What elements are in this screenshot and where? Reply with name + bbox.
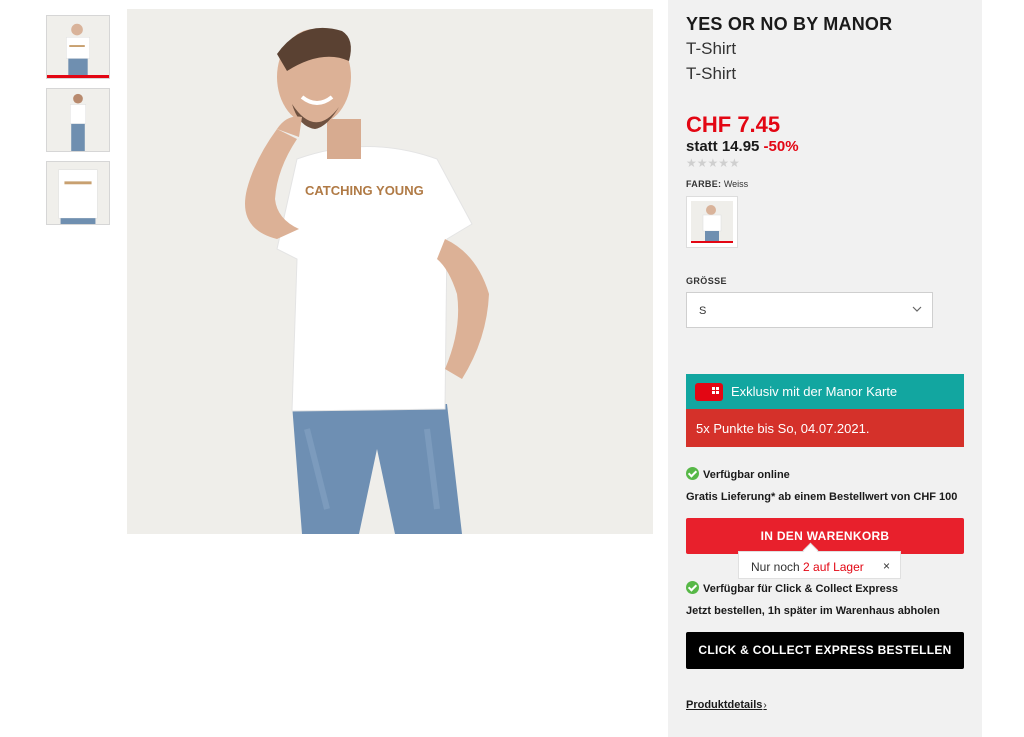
- discount-badge: -50%: [763, 138, 799, 155]
- product-name: T-Shirt: [686, 39, 737, 58]
- stock-count: 2 auf Lager: [803, 560, 864, 574]
- shipping-note: Gratis Lieferung* ab einem Bestellwert v…: [686, 491, 958, 503]
- manor-card-icon: [695, 383, 723, 401]
- close-icon[interactable]: ×: [883, 559, 890, 573]
- swatch-selected-indicator: [691, 241, 733, 243]
- product-subtitle: T-Shirt: [686, 64, 737, 83]
- stock-text: Nur noch 2 auf Lager: [751, 560, 864, 574]
- product-details-label: Produktdetails: [686, 699, 763, 711]
- product-details-link[interactable]: Produktdetails›: [686, 699, 767, 711]
- size-label: GRÖSSE: [686, 276, 727, 286]
- shirt-print-text: CATCHING YOUNG: [305, 183, 424, 198]
- points-text: 5x Punkte bis So, 04.07.2021.: [696, 421, 870, 436]
- rating-stars[interactable]: ★★★★★: [686, 156, 740, 170]
- points-banner: 5x Punkte bis So, 04.07.2021.: [686, 409, 964, 447]
- thumbnail-1[interactable]: [46, 15, 110, 79]
- thumbnail-image-1: [47, 16, 109, 78]
- thumbnail-image-3: [47, 162, 109, 224]
- click-collect-text: Verfügbar für Click & Collect Express: [703, 583, 899, 595]
- click-collect-button[interactable]: CLICK & COLLECT EXPRESS BESTELLEN: [686, 632, 964, 669]
- brand-name: YES OR NO BY MANOR: [686, 14, 893, 34]
- swatch-image: [691, 201, 733, 241]
- chevron-down-icon: [912, 306, 922, 312]
- size-select-value: S: [699, 305, 707, 317]
- color-swatch-weiss[interactable]: [686, 196, 738, 248]
- size-select[interactable]: S: [686, 292, 933, 328]
- old-price-label: statt 14.95: [686, 138, 760, 155]
- main-product-image[interactable]: CATCHING YOUNG: [127, 9, 653, 534]
- availability-online: Verfügbar online: [686, 467, 790, 481]
- color-label: FARBE: Weiss: [686, 179, 748, 189]
- color-value: Weiss: [723, 179, 749, 189]
- manor-card-banner[interactable]: Exklusiv mit der Manor Karte: [686, 374, 964, 409]
- availability-online-text: Verfügbar online: [703, 469, 790, 481]
- color-label-title: FARBE:: [686, 179, 722, 189]
- chevron-right-icon: ›: [763, 700, 767, 711]
- swatch-photo: [691, 201, 733, 241]
- add-to-cart-button[interactable]: IN DEN WARENKORB: [686, 518, 964, 554]
- thumbnail-image-2: [47, 89, 109, 151]
- thumbnail-3[interactable]: [46, 161, 110, 225]
- product-photo: CATCHING YOUNG: [127, 9, 653, 534]
- product-info-panel: YES OR NO BY MANOR T-Shirt T-Shirt CHF 7…: [668, 0, 982, 737]
- stock-prefix: Nur noch: [751, 560, 800, 574]
- check-icon: [686, 467, 699, 480]
- sale-price: CHF 7.45: [686, 112, 781, 137]
- thumbnail-2[interactable]: [46, 88, 110, 152]
- old-price: statt 14.95 -50%: [686, 138, 799, 155]
- thumbnail-gallery: [46, 15, 112, 234]
- check-icon: [686, 581, 699, 594]
- availability-click-collect: Verfügbar für Click & Collect Express: [686, 581, 898, 595]
- click-collect-note: Jetzt bestellen, 1h später im Warenhaus …: [686, 605, 940, 617]
- stock-tooltip: Nur noch 2 auf Lager ×: [738, 551, 901, 579]
- manor-card-text: Exklusiv mit der Manor Karte: [731, 384, 898, 399]
